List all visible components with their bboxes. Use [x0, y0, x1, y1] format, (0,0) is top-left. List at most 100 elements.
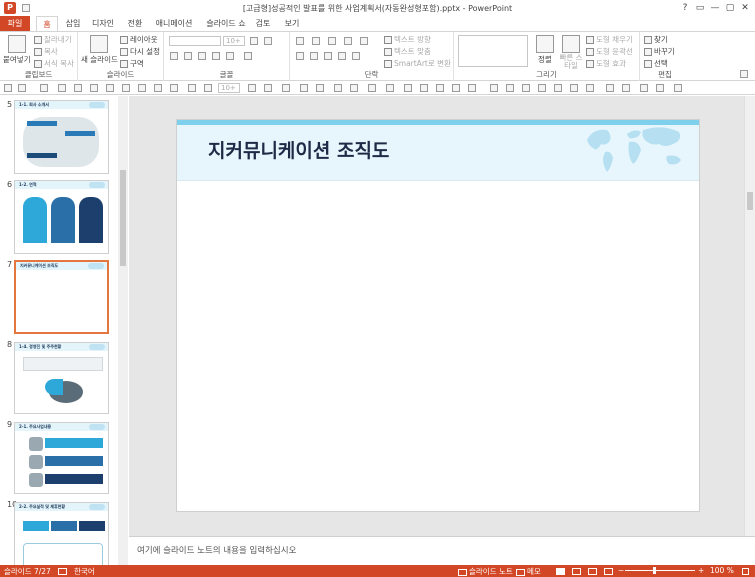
slide-thumbnail-9[interactable]: 2-1. 주요사업내용 [14, 422, 109, 494]
justify-icon[interactable] [338, 52, 346, 60]
zoom-level[interactable]: 100 % [710, 566, 734, 575]
find-button[interactable]: 찾기 [644, 34, 668, 45]
tab-home[interactable]: 홈 [36, 16, 58, 32]
rounded-rectangle-icon[interactable] [522, 84, 530, 92]
language-indicator[interactable]: 한국어 [74, 566, 95, 577]
maximize-button[interactable]: ▢ [723, 1, 737, 15]
bullets-icon[interactable] [296, 37, 304, 45]
align-text-button[interactable]: 텍스트 맞춤 [384, 46, 431, 57]
align-icon[interactable] [106, 84, 114, 92]
format-painter-button[interactable]: 서식 복사 [34, 58, 74, 69]
distribute-icon[interactable] [154, 84, 162, 92]
zoom-slider-handle[interactable] [653, 567, 656, 574]
smartart-button[interactable]: SmartArt로 변환 [384, 58, 451, 69]
line-spacing-icon[interactable] [360, 37, 368, 45]
slide-thumbnail-8[interactable]: 1-4. 경영진 및 주주현황 [14, 342, 109, 414]
increase-indent-icon[interactable] [344, 37, 352, 45]
zoom-out-button[interactable]: − [618, 566, 624, 575]
slide-title[interactable]: 지커뮤니케이션 조직도 [208, 136, 389, 163]
italic-icon[interactable] [184, 52, 192, 60]
notes-placeholder[interactable]: 여기에 슬라이드 노트의 내용을 입력하십시오 [137, 544, 296, 556]
scroll-thumb[interactable] [120, 170, 126, 266]
tab-view[interactable]: 보기 [283, 16, 301, 31]
select-button[interactable]: 선택 [644, 58, 668, 69]
align-icon[interactable] [74, 84, 82, 92]
symbol-icon[interactable] [468, 84, 476, 92]
arrange-button[interactable]: 정렬 [538, 54, 552, 65]
tab-transitions[interactable]: 전환 [124, 16, 146, 31]
cut-button[interactable]: 잘라내기 [34, 34, 72, 45]
callout-icon[interactable] [656, 84, 664, 92]
color-icon[interactable] [188, 84, 196, 92]
arrange-icon[interactable] [536, 35, 554, 53]
slideshow-icon[interactable] [604, 566, 615, 575]
fit-to-window-icon[interactable] [742, 566, 751, 575]
grow-font-icon[interactable] [248, 84, 256, 92]
help-button[interactable]: ? [678, 1, 692, 15]
zoom-in-button[interactable]: + [698, 566, 704, 575]
align-center-icon[interactable] [310, 52, 318, 60]
qat-font-size-select[interactable]: 10+ [218, 83, 240, 93]
bracket-icon[interactable] [606, 84, 614, 92]
copy-button[interactable]: 복사 [34, 46, 58, 57]
spellcheck-icon[interactable] [58, 566, 69, 575]
tab-insert[interactable]: 삽입 [62, 16, 84, 31]
tab-slideshow[interactable]: 슬라이드 쇼 [204, 16, 248, 31]
font-name-select[interactable] [169, 36, 221, 46]
underline-icon[interactable] [198, 52, 206, 60]
align-left-icon[interactable] [296, 52, 304, 60]
collapse-ribbon-icon[interactable] [740, 70, 748, 78]
tab-file[interactable]: 파일 [0, 16, 30, 31]
arrow-icon[interactable] [570, 84, 578, 92]
rectangle-icon[interactable] [506, 84, 514, 92]
edit-points-icon[interactable] [368, 84, 376, 92]
zoom-slider[interactable] [625, 570, 695, 571]
reading-view-icon[interactable] [588, 566, 599, 575]
section-button[interactable]: 구역 [120, 58, 144, 69]
font-color-icon[interactable] [244, 52, 252, 60]
shapes-gallery[interactable] [458, 35, 528, 67]
align-right-icon[interactable] [324, 52, 332, 60]
fill-icon[interactable] [282, 84, 290, 92]
grow-font-icon[interactable] [250, 37, 258, 45]
arrow-icon[interactable] [554, 84, 562, 92]
bold-icon[interactable] [170, 52, 178, 60]
redo-icon[interactable] [40, 84, 48, 92]
rectangle-icon[interactable] [490, 84, 498, 92]
close-button[interactable]: ✕ [738, 1, 752, 15]
slide-thumbnail-5[interactable]: 1-1. 회사 소개서 [14, 100, 109, 174]
undo-icon[interactable] [18, 84, 26, 92]
new-slide-icon[interactable] [90, 35, 108, 53]
save-icon[interactable] [4, 84, 12, 92]
tab-review[interactable]: 검토 [254, 16, 272, 31]
align-icon[interactable] [90, 84, 98, 92]
comments-toggle[interactable]: 메모 [516, 566, 541, 577]
chart-icon[interactable] [436, 84, 444, 92]
slide-sorter-icon[interactable] [572, 566, 583, 575]
tab-animations[interactable]: 애니메이션 [154, 16, 194, 31]
shape-icon[interactable] [170, 84, 178, 92]
eyedropper-icon[interactable] [404, 84, 412, 92]
star-icon[interactable] [640, 84, 648, 92]
numbering-icon[interactable] [312, 37, 320, 45]
new-slide-button[interactable]: 새 슬라이드 [81, 54, 118, 65]
shape-outline-button[interactable]: 도형 윤곽선 [586, 46, 633, 57]
notes-toggle[interactable]: 슬라이드 노트 [458, 566, 513, 577]
scroll-thumb[interactable] [747, 192, 753, 210]
oval-icon[interactable] [538, 84, 546, 92]
customize-qat-icon[interactable] [674, 84, 682, 92]
align-icon[interactable] [122, 84, 130, 92]
line-icon[interactable] [350, 84, 358, 92]
align-icon[interactable] [138, 84, 146, 92]
notes-pane[interactable]: 여기에 슬라이드 노트의 내용을 입력하십시오 [129, 536, 755, 565]
table-icon[interactable] [420, 84, 428, 92]
reset-button[interactable]: 다시 설정 [120, 46, 160, 57]
pen-icon[interactable] [386, 84, 394, 92]
line-icon[interactable] [334, 84, 342, 92]
decrease-indent-icon[interactable] [328, 37, 336, 45]
quick-styles-icon[interactable] [562, 35, 580, 53]
slide-thumbnail-7[interactable]: 지커뮤니케이션 조직도 [14, 260, 109, 334]
shape-fill-button[interactable]: 도형 채우기 [586, 34, 633, 45]
textbox-icon[interactable] [300, 84, 308, 92]
palette-icon[interactable] [204, 84, 212, 92]
